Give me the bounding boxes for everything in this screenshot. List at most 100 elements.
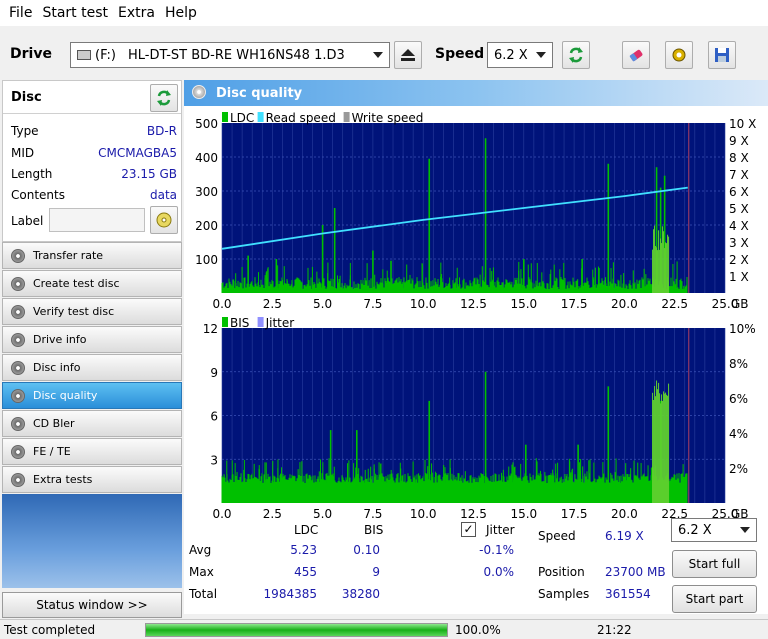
max-jitter: 0.0% bbox=[483, 565, 515, 579]
drive-select[interactable]: (F:) HL-DT-ST BD-RE WH16NS48 1.D3 bbox=[70, 42, 390, 68]
disc-info-box: Disc Type BD-R MID CMCMAGBA5 Length 23.1… bbox=[2, 80, 182, 242]
nav-item-verify-test-disc[interactable]: Verify test disc bbox=[2, 298, 182, 325]
x-tick-label: 2.5 bbox=[263, 297, 282, 310]
speed-select[interactable]: 6.2 X bbox=[487, 42, 553, 68]
nav-item-disc-quality[interactable]: Disc quality bbox=[2, 382, 182, 409]
x-tick-label: 5.0 bbox=[313, 507, 332, 518]
y-right-tick-label: 4 X bbox=[729, 219, 749, 233]
status-window-button[interactable]: Status window >> bbox=[2, 592, 182, 618]
jitter-checkbox[interactable]: ✓ bbox=[461, 522, 476, 537]
mid-value: CMCMAGBA5 bbox=[98, 146, 177, 160]
x-tick-label: 20.0 bbox=[611, 507, 638, 518]
nav-item-extra-tests[interactable]: Extra tests bbox=[2, 466, 182, 493]
contents-key: Contents bbox=[11, 188, 65, 202]
nav-item-label: Disc info bbox=[33, 361, 81, 374]
chevron-down-icon bbox=[740, 527, 750, 533]
disc-quality-icon bbox=[192, 85, 206, 99]
speed-label: Speed bbox=[435, 46, 485, 62]
main-title: Disc quality bbox=[216, 85, 303, 101]
y-tick-label: 12 bbox=[203, 322, 218, 336]
y-right-tick-label: 6% bbox=[729, 392, 748, 406]
menu-file[interactable]: File bbox=[4, 5, 37, 21]
nav-item-label: Transfer rate bbox=[33, 249, 104, 262]
y-right-tick-label: 8% bbox=[729, 357, 748, 371]
y-tick-label: 100 bbox=[195, 253, 218, 267]
max-label: Max bbox=[189, 565, 214, 579]
disc-icon bbox=[11, 360, 25, 375]
menu-bar: File Start test Extra Help bbox=[0, 0, 768, 26]
length-key: Length bbox=[11, 167, 53, 181]
bis-chart: 3 6 9 12 0.0 2.5 5.0 7.5 10.0 12.5 15.0 17.5 20.0 22.… bbox=[203, 316, 756, 518]
speed-stat-value: 6.19 X bbox=[605, 529, 644, 543]
x-tick-label: 15.0 bbox=[510, 507, 537, 518]
nav-item-fe-te[interactable]: FE / TE bbox=[2, 438, 182, 465]
samples-value: 361554 bbox=[605, 587, 651, 601]
nav-item-disc-info[interactable]: Disc info bbox=[2, 354, 182, 381]
y-right-tick-label: 4% bbox=[729, 427, 748, 441]
y-tick-label: 400 bbox=[195, 151, 218, 165]
x-unit-label: GB bbox=[731, 297, 749, 310]
toolbar: Drive (F:) HL-DT-ST BD-RE WH16NS48 1.D3 … bbox=[0, 28, 768, 78]
disc-icon bbox=[11, 472, 25, 487]
menu-help[interactable]: Help bbox=[160, 5, 202, 21]
contents-value: data bbox=[149, 188, 177, 202]
status-text: Test completed bbox=[4, 623, 96, 637]
main-header: Disc quality bbox=[184, 80, 768, 106]
legend-swatch bbox=[257, 112, 264, 122]
nav-item-cd-bler[interactable]: CD Bler bbox=[2, 410, 182, 437]
progress-bar bbox=[145, 623, 448, 637]
nav-item-label: FE / TE bbox=[33, 445, 71, 458]
test-speed-value: 6.2 X bbox=[678, 522, 712, 538]
nav-item-label: Extra tests bbox=[33, 473, 93, 486]
disc-refresh-button[interactable] bbox=[150, 84, 178, 112]
y-tick-label: 200 bbox=[195, 219, 218, 233]
y-tick-label: 3 bbox=[210, 453, 218, 467]
y-right-tick-label: 9 X bbox=[729, 134, 749, 148]
chevron-down-icon bbox=[373, 52, 383, 58]
total-label: Total bbox=[189, 587, 218, 601]
y-tick-label: 6 bbox=[210, 410, 218, 424]
stats-col-ldc: LDC bbox=[294, 523, 319, 537]
start-part-button[interactable]: Start part bbox=[672, 585, 757, 613]
legend-swatch bbox=[257, 317, 264, 327]
nav-item-label: Disc quality bbox=[33, 389, 98, 402]
nav-item-drive-info[interactable]: Drive info bbox=[2, 326, 182, 353]
menu-start-test[interactable]: Start test bbox=[37, 5, 113, 21]
disc-icon bbox=[156, 212, 172, 228]
save-button[interactable] bbox=[708, 41, 736, 69]
x-tick-label: 22.5 bbox=[661, 507, 688, 518]
legend-label: BIS bbox=[230, 316, 249, 330]
position-value: 23700 MB bbox=[605, 565, 666, 579]
y-tick-label: 9 bbox=[210, 366, 218, 380]
eject-button[interactable] bbox=[394, 41, 422, 69]
refresh-button[interactable] bbox=[562, 41, 590, 69]
nav-item-create-test-disc[interactable]: Create test disc bbox=[2, 270, 182, 297]
disc-icon bbox=[11, 248, 25, 263]
x-tick-label: 22.5 bbox=[661, 297, 688, 310]
test-speed-select[interactable]: 6.2 X bbox=[671, 518, 757, 542]
x-tick-label: 20.0 bbox=[611, 297, 638, 310]
y-right-tick-label: 6 X bbox=[729, 185, 749, 199]
drive-value: HL-DT-ST BD-RE WH16NS48 1.D3 bbox=[128, 47, 345, 63]
type-value: BD-R bbox=[146, 124, 177, 138]
y-right-tick-label: 10 X bbox=[729, 117, 756, 131]
nav-item-transfer-rate[interactable]: Transfer rate bbox=[2, 242, 182, 269]
label-disc-button[interactable] bbox=[150, 206, 178, 234]
x-tick-label: 17.5 bbox=[561, 297, 588, 310]
x-tick-label: 5.0 bbox=[313, 297, 332, 310]
nav-item-label: CD Bler bbox=[33, 417, 75, 430]
label-input[interactable] bbox=[49, 208, 145, 232]
erase-button[interactable] bbox=[622, 41, 650, 69]
menu-extra[interactable]: Extra bbox=[113, 5, 160, 21]
status-time: 21:22 bbox=[597, 623, 632, 637]
ldc-chart: 100 200 300 400 500 0.0 2.5 5.0 7.5 10.0 12.5 15.0 1… bbox=[195, 111, 756, 310]
side-gradient-panel bbox=[2, 494, 182, 588]
x-tick-label: 10.0 bbox=[410, 297, 437, 310]
start-full-button[interactable]: Start full bbox=[672, 550, 757, 578]
disc-icon bbox=[11, 332, 25, 347]
main-area: 100 200 300 400 500 0.0 2.5 5.0 7.5 10.0 12.5 15.0 1… bbox=[184, 106, 768, 614]
settings-button[interactable] bbox=[665, 41, 693, 69]
refresh-icon bbox=[157, 90, 171, 106]
type-key: Type bbox=[11, 124, 39, 138]
avg-bis: 0.10 bbox=[353, 543, 380, 557]
